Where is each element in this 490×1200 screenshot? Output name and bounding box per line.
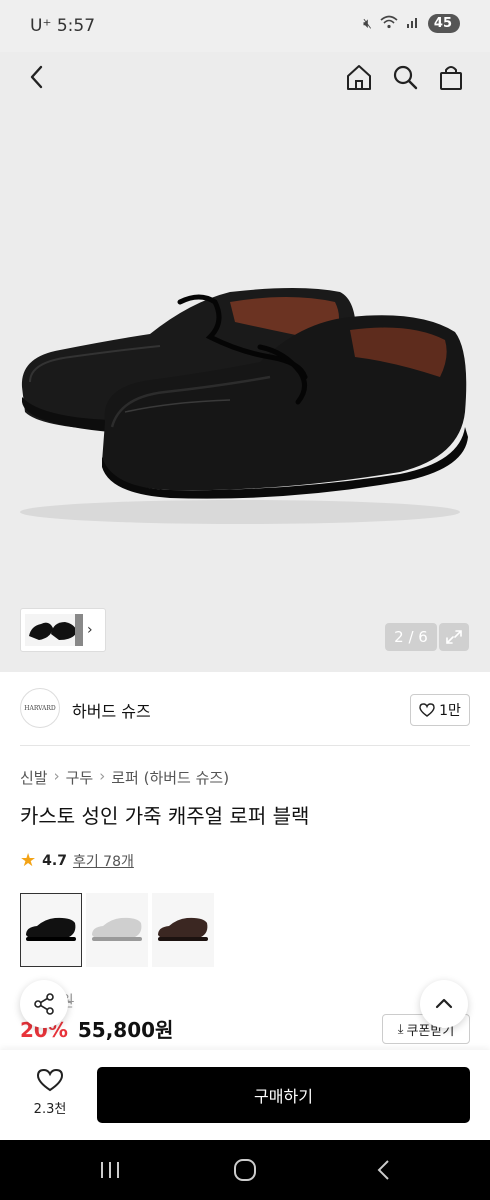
status-icons: 🔇︎ 45: [363, 14, 460, 33]
breadcrumb: 신발 › 구두 › 로퍼 (하버드 슈즈): [20, 767, 229, 788]
breadcrumb-item[interactable]: 구두: [66, 767, 94, 788]
download-icon: ⤓: [397, 1021, 404, 1037]
star-icon: ★: [20, 850, 37, 871]
gallery-thumbnail-strip[interactable]: ›: [20, 608, 106, 652]
brand-like-button[interactable]: 1만: [410, 694, 470, 726]
bottom-action-bar: 2.3천 구매하기: [0, 1050, 490, 1140]
color-options: [20, 893, 214, 967]
cart-button[interactable]: [436, 62, 466, 92]
status-time-group: U⁺ 5:57: [30, 16, 95, 36]
color-option-black[interactable]: [20, 893, 82, 967]
review-count-link[interactable]: 후기 78개: [73, 851, 134, 871]
heart-icon: [36, 1068, 64, 1092]
brand-row[interactable]: HARVARD 하버드 슈즈 1만: [0, 672, 490, 744]
thumbnail-image: [25, 614, 83, 646]
product-title: 카스토 성인 가죽 캐주얼 로퍼 블랙: [20, 804, 310, 828]
breadcrumb-item[interactable]: 로퍼 (하버드 슈즈): [111, 767, 229, 788]
breadcrumb-item[interactable]: 신발: [20, 767, 48, 788]
shoe-thumbnail: [92, 917, 142, 941]
mute-icon: 🔇︎: [363, 15, 372, 32]
wifi-icon: [380, 15, 398, 33]
chevron-right-icon: ›: [99, 767, 106, 785]
recent-apps-icon: [101, 1162, 119, 1178]
divider: [20, 745, 470, 746]
image-page-counter: 2 / 6: [385, 623, 437, 651]
brand-name[interactable]: 하버드 슈즈: [72, 698, 151, 722]
brand-logo[interactable]: HARVARD: [20, 688, 60, 728]
chevron-left-icon: [30, 65, 43, 89]
back-nav-button[interactable]: [370, 1158, 400, 1182]
recent-apps-button[interactable]: [95, 1158, 125, 1182]
share-button[interactable]: [20, 980, 68, 1028]
chevron-up-icon: [435, 998, 453, 1009]
rating-row: ★ 4.7 후기 78개: [20, 850, 134, 871]
system-navigation-bar: [0, 1140, 490, 1200]
carrier-label: U⁺: [30, 16, 52, 36]
home-button[interactable]: [344, 62, 374, 92]
battery-indicator: 45: [427, 14, 460, 33]
chevron-right-icon: ›: [53, 767, 60, 785]
signal-icon: [406, 15, 420, 33]
expand-icon: [446, 630, 462, 644]
scroll-to-top-button[interactable]: [420, 980, 468, 1028]
rating-value: 4.7: [42, 852, 67, 869]
home-circle-icon: [234, 1159, 256, 1181]
shopping-bag-icon: [440, 66, 462, 90]
home-icon: [347, 65, 371, 90]
status-bar: U⁺ 5:57 🔇︎ 45: [0, 0, 490, 52]
share-icon: [34, 993, 54, 1015]
wishlist-button[interactable]: 2.3천: [22, 1068, 78, 1117]
chevron-right-icon: ›: [87, 622, 93, 638]
heart-icon: [419, 703, 435, 717]
buy-button[interactable]: 구매하기: [97, 1067, 470, 1123]
search-icon: [393, 65, 418, 90]
shoe-thumbnail: [26, 917, 76, 941]
clock: 5:57: [56, 16, 96, 36]
expand-gallery-button[interactable]: [439, 623, 469, 651]
wishlist-count: 2.3천: [33, 1102, 67, 1117]
search-button[interactable]: [390, 62, 420, 92]
brand-like-count: 1만: [439, 703, 461, 719]
sale-price: 55,800원: [77, 1018, 174, 1042]
home-nav-button[interactable]: [230, 1158, 260, 1182]
product-gallery[interactable]: › 2 / 6: [0, 52, 490, 672]
shoe-thumbnail: [158, 917, 208, 941]
color-option-brown[interactable]: [152, 893, 214, 967]
color-option-white[interactable]: [86, 893, 148, 967]
back-button[interactable]: [22, 62, 52, 92]
product-image: [20, 288, 468, 524]
chevron-left-icon: [377, 1160, 389, 1180]
